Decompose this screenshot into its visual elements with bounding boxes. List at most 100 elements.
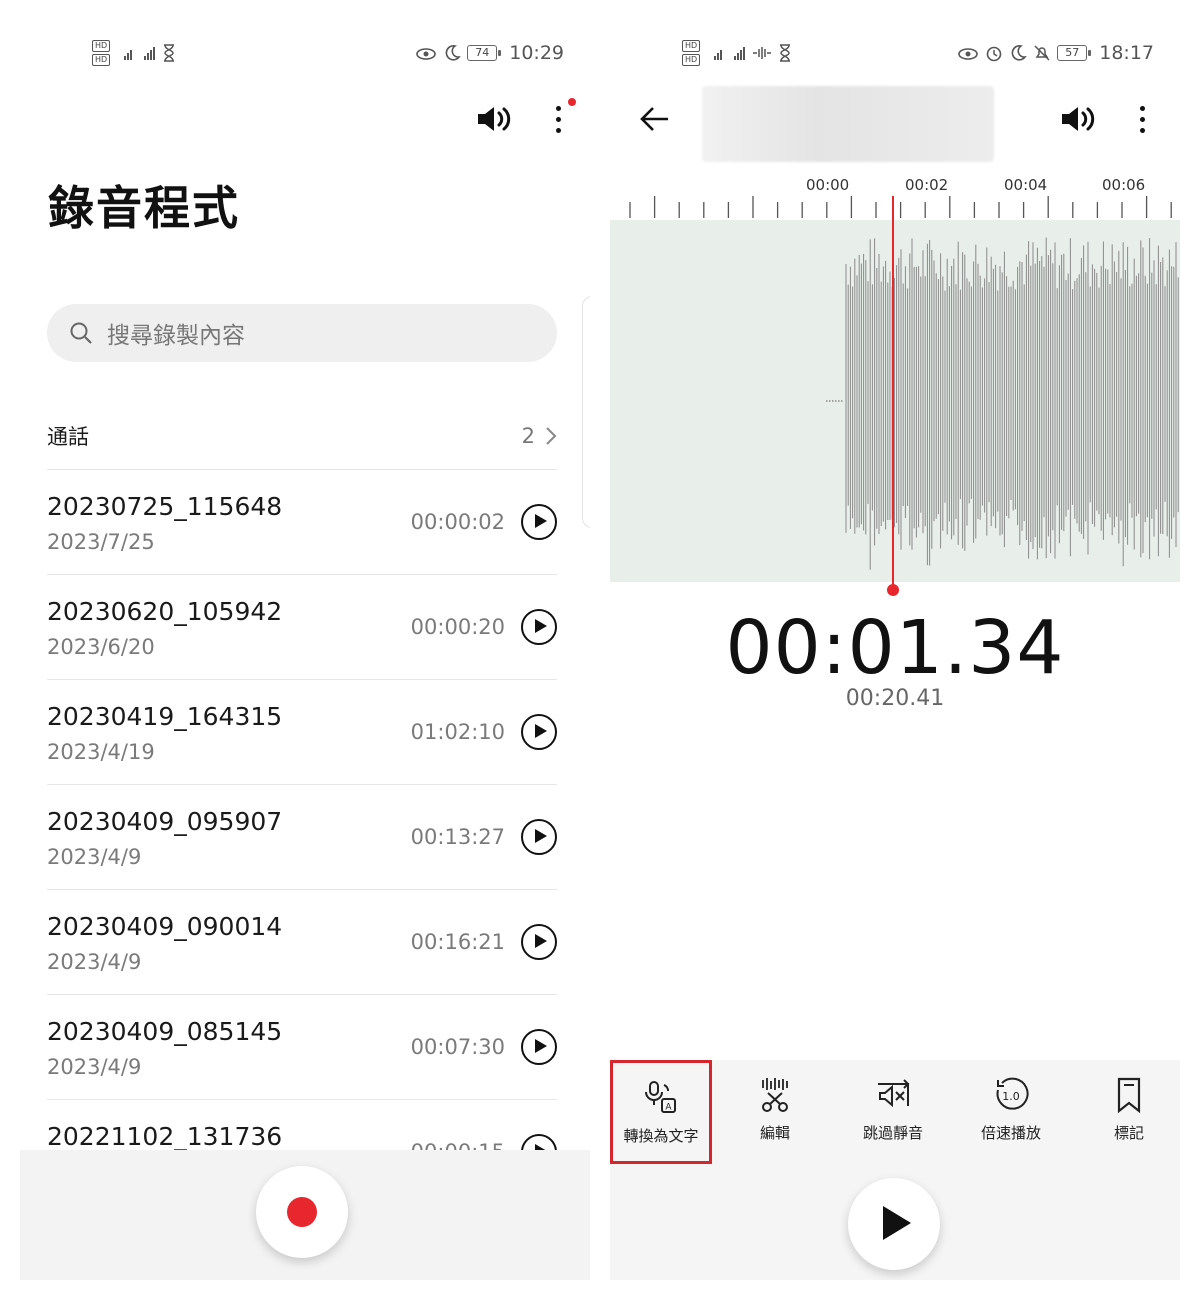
- search-input[interactable]: 搜尋錄製內容: [47, 304, 557, 362]
- play-icon[interactable]: [521, 924, 557, 960]
- speed-value: 1.0: [1002, 1090, 1020, 1103]
- hourglass-icon: [780, 44, 791, 62]
- more-options-icon[interactable]: [1140, 105, 1146, 133]
- recording-name: 20230409_090014: [47, 912, 283, 941]
- playback-speed-button[interactable]: 1.0 倍速播放: [954, 1060, 1068, 1164]
- signal-indicators: HD HD: [92, 40, 176, 66]
- status-bar: HD HD 74 10:29: [20, 38, 590, 74]
- clock: 10:29: [509, 42, 564, 64]
- speech-to-text-button[interactable]: A 轉換為文字: [610, 1060, 712, 1164]
- eye-comfort-icon: [958, 48, 979, 60]
- signal-icon: [124, 47, 156, 60]
- tool-label: 倍速播放: [980, 1124, 1041, 1142]
- notification-dot: [568, 97, 576, 106]
- hd-icon: HD HD: [92, 40, 111, 66]
- play-icon[interactable]: [521, 504, 557, 540]
- top-actions: [1060, 104, 1146, 134]
- skip-silence-button[interactable]: 跳過靜音: [836, 1060, 950, 1164]
- moon-icon: [445, 45, 462, 61]
- status-bar: HD HD 57 18:17: [610, 38, 1180, 74]
- search-icon: [70, 322, 92, 344]
- search-placeholder: 搜尋錄製內容: [107, 323, 245, 349]
- recording-name: 20230620_105942: [47, 597, 283, 626]
- recording-date: 2023/4/9: [47, 845, 142, 869]
- category-label: 通話: [47, 424, 89, 449]
- recording-duration: 00:00:20: [410, 615, 505, 639]
- playhead-handle[interactable]: [887, 584, 899, 596]
- skip-silence-icon: [878, 1079, 910, 1108]
- speaker-icon[interactable]: [1060, 104, 1102, 134]
- list-item[interactable]: 20230409_085145 2023/4/9 00:07:30: [47, 995, 557, 1100]
- playback-screen: HD HD 57 18:17 00:00 00:02 00:04 00:06 00…: [610, 20, 1180, 1280]
- edit-button[interactable]: 編輯: [718, 1060, 832, 1164]
- clock: 18:17: [1099, 42, 1154, 64]
- timeline-ruler[interactable]: 00:00 00:02 00:04 00:06: [610, 172, 1180, 220]
- top-actions: [476, 97, 576, 134]
- play-icon[interactable]: [521, 714, 557, 750]
- hd-icon: HD HD: [682, 40, 701, 66]
- signal-indicators: HD HD: [682, 40, 792, 66]
- ruler-ticks: [629, 196, 1172, 218]
- total-time: 00:20.41: [845, 686, 945, 711]
- bookmark-icon: [1117, 1077, 1141, 1114]
- play-icon[interactable]: [521, 609, 557, 645]
- current-time: 00:01.34: [725, 605, 1065, 691]
- list-item[interactable]: 20230620_105942 2023/6/20 00:00:20: [47, 575, 557, 680]
- tool-bar: A 轉換為文字 編輯 跳過靜音 1.0 倍速播放 標記: [610, 1060, 1180, 1280]
- recording-duration: 00:00:02: [410, 510, 505, 534]
- mute-bell-icon: [1034, 45, 1050, 61]
- battery-icon: 74: [467, 45, 502, 61]
- category-count-wrap: 2: [522, 424, 557, 448]
- tool-label: 轉換為文字: [623, 1127, 699, 1145]
- status-right: 57 18:17: [957, 42, 1154, 64]
- page-title: 錄音程式: [48, 181, 240, 235]
- svg-text:A: A: [665, 1103, 672, 1113]
- recording-name: 20230419_164315: [47, 702, 283, 731]
- recorder-list-screen: HD HD 74 10:29 錄音程式 搜尋錄製內容 通話 2 20230725_…: [20, 20, 590, 1280]
- playback-speed-icon: 1.0: [996, 1077, 1029, 1110]
- recording-date: 2023/6/20: [47, 635, 155, 659]
- list-item[interactable]: 20230725_115648 2023/7/25 00:00:02: [47, 470, 557, 575]
- playhead[interactable]: [892, 196, 894, 590]
- recording-date: 2023/4/19: [47, 740, 155, 764]
- hourglass-icon: [164, 44, 175, 62]
- waveform-bars: [826, 237, 1179, 570]
- recording-name: 20230409_085145: [47, 1017, 283, 1046]
- recording-name: 20221102_131736: [47, 1122, 283, 1151]
- recording-name: 20230725_115648: [47, 492, 283, 521]
- list-item[interactable]: 20230409_090014 2023/4/9 00:16:21: [47, 890, 557, 995]
- back-arrow-icon[interactable]: [638, 102, 672, 136]
- signal-icon: [714, 47, 746, 60]
- scissors-icon: [762, 1078, 788, 1112]
- tool-label: 標記: [1113, 1124, 1144, 1142]
- recordings-list: 20230725_115648 2023/7/25 00:00:02 20230…: [47, 470, 557, 1205]
- bookmark-button[interactable]: 標記: [1072, 1060, 1180, 1164]
- list-item[interactable]: 20230409_095907 2023/4/9 00:13:27: [47, 785, 557, 890]
- recording-duration: 00:13:27: [410, 825, 505, 849]
- more-options-icon[interactable]: [556, 97, 576, 133]
- voice-icon: [753, 47, 772, 59]
- tool-label: 編輯: [759, 1124, 790, 1142]
- record-button[interactable]: [256, 1166, 348, 1258]
- play-button[interactable]: [848, 1178, 940, 1270]
- play-icon[interactable]: [521, 1029, 557, 1065]
- scroll-indicator[interactable]: [582, 296, 590, 528]
- bottom-bar: [20, 1150, 590, 1280]
- recording-name: 20230409_095907: [47, 807, 283, 836]
- speaker-icon[interactable]: [476, 104, 518, 134]
- calls-category[interactable]: 通話 2: [47, 402, 557, 470]
- list-item[interactable]: 20230419_164315 2023/4/19 01:02:10: [47, 680, 557, 785]
- waveform[interactable]: [610, 220, 1180, 582]
- moon-icon: [1011, 45, 1028, 61]
- recording-duration: 01:02:10: [410, 720, 505, 744]
- recording-title-blurred: [702, 86, 994, 162]
- status-right: 74 10:29: [415, 42, 564, 64]
- eye-comfort-icon: [416, 48, 437, 60]
- recording-duration: 00:07:30: [410, 1035, 505, 1059]
- category-count: 2: [521, 423, 535, 448]
- chevron-right-icon: [546, 426, 557, 445]
- tool-label: 跳過靜音: [862, 1124, 923, 1142]
- recording-date: 2023/7/25: [47, 530, 155, 554]
- alarm-icon: [986, 46, 1002, 62]
- play-icon[interactable]: [521, 819, 557, 855]
